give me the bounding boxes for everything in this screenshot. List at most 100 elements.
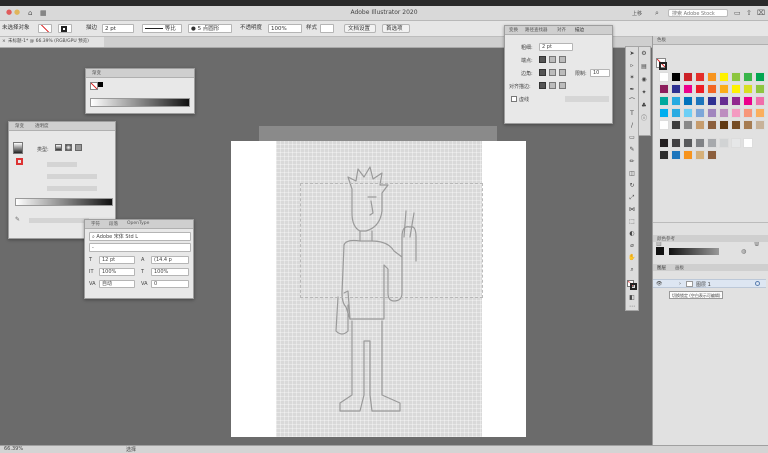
bevel-join-icon[interactable]: [559, 69, 566, 76]
color-swatch[interactable]: [731, 84, 741, 94]
preferences-button[interactable]: 首选项: [382, 24, 410, 33]
direct-selection-tool-icon[interactable]: ▹: [628, 62, 636, 70]
color-swatch[interactable]: [683, 150, 693, 160]
color-swatch[interactable]: [707, 108, 717, 118]
color-swatch[interactable]: [671, 120, 681, 130]
color-swatch[interactable]: [695, 120, 705, 130]
color-swatch[interactable]: [707, 120, 717, 130]
magic-wand-tool-icon[interactable]: ✶: [628, 74, 636, 82]
vertical-scale-input[interactable]: 100%: [99, 268, 135, 276]
color-swatch[interactable]: [671, 108, 681, 118]
pencil-tool-icon[interactable]: ✏: [628, 158, 636, 166]
linear-gradient-icon[interactable]: [55, 144, 62, 151]
gradient-panel-header[interactable]: 渐变: [86, 69, 194, 78]
visibility-eye-icon[interactable]: 👁: [656, 281, 662, 287]
layer-name[interactable]: 图层 1: [696, 281, 711, 288]
lock-icon[interactable]: ⌧: [757, 9, 765, 17]
color-swatch[interactable]: [659, 72, 669, 82]
layout-icon[interactable]: ▭: [734, 9, 741, 17]
color-swatch[interactable]: [659, 120, 669, 130]
workspace-switcher[interactable]: 上移: [632, 10, 642, 17]
font-style-select[interactable]: -: [89, 243, 191, 252]
color-swatch[interactable]: [707, 150, 717, 160]
color-swatch[interactable]: [731, 108, 741, 118]
tab-character[interactable]: 字符: [91, 221, 100, 227]
tracking-input[interactable]: 0: [151, 280, 189, 288]
gradient-ramp[interactable]: [90, 98, 190, 107]
properties-panel-icon[interactable]: ⚙: [640, 50, 648, 58]
freeform-gradient-icon[interactable]: [75, 144, 82, 151]
color-swatch[interactable]: [659, 150, 669, 160]
color-swatch[interactable]: [743, 138, 753, 148]
rotate-tool-icon[interactable]: ↻: [628, 182, 636, 190]
color-swatch[interactable]: [743, 72, 753, 82]
align-center-icon[interactable]: [539, 82, 546, 89]
color-swatch[interactable]: [707, 138, 717, 148]
none-swatch-icon[interactable]: [90, 82, 98, 90]
gradient-fill-box[interactable]: [13, 142, 23, 154]
adobe-stock-search-input[interactable]: 搜索 Adobe Stock: [668, 9, 728, 17]
zoom-tool-icon[interactable]: ⌕: [628, 266, 636, 274]
black-swatch-icon[interactable]: [98, 82, 103, 87]
color-swatch[interactable]: [743, 84, 753, 94]
leading-input[interactable]: (14.4 p: [151, 256, 189, 264]
align-inside-icon[interactable]: [549, 82, 556, 89]
color-swatch[interactable]: [731, 72, 741, 82]
curvature-tool-icon[interactable]: ⌒: [628, 98, 636, 106]
miter-join-icon[interactable]: [539, 69, 546, 76]
color-swatch[interactable]: [719, 120, 729, 130]
tab-transparency[interactable]: 透明度: [35, 123, 49, 129]
variable-width-profile[interactable]: 等比: [142, 24, 182, 33]
eyedropper-icon[interactable]: ✎: [15, 216, 20, 223]
tab-align[interactable]: 对齐: [557, 27, 566, 33]
width-tool-icon[interactable]: ⋈: [628, 206, 636, 214]
radial-gradient-icon[interactable]: [65, 144, 72, 151]
layer-target-icon[interactable]: [755, 281, 760, 286]
color-swatch[interactable]: [719, 72, 729, 82]
color-swatch[interactable]: [755, 72, 765, 82]
shape-builder-tool-icon[interactable]: ◐: [628, 230, 636, 238]
color-swatch[interactable]: [707, 72, 717, 82]
color-swatch[interactable]: [695, 108, 705, 118]
drawing-modes-icon[interactable]: ◧: [628, 294, 636, 302]
tab-artboards[interactable]: 画板: [675, 265, 684, 271]
color-swatch[interactable]: [707, 96, 717, 106]
stroke-color-box[interactable]: [630, 283, 637, 290]
color-swatch[interactable]: [683, 108, 693, 118]
paintbrush-tool-icon[interactable]: ✎: [628, 146, 636, 154]
pen-tool-icon[interactable]: ✒: [628, 86, 636, 94]
zoom-level[interactable]: 66.39%: [4, 446, 23, 452]
horizontal-scale-input[interactable]: 100%: [151, 268, 189, 276]
color-swatch[interactable]: [695, 84, 705, 94]
hand-tool-icon[interactable]: ✋: [628, 254, 636, 262]
color-swatch[interactable]: [731, 120, 741, 130]
color-swatch[interactable]: [659, 138, 669, 148]
color-panel-icon[interactable]: ◉: [640, 76, 648, 84]
color-swatch[interactable]: [719, 138, 729, 148]
color-swatch[interactable]: [683, 84, 693, 94]
stroke-swatch[interactable]: [58, 24, 72, 33]
align-outside-icon[interactable]: [559, 82, 566, 89]
document-tab[interactable]: × 未标题-1* @ 66.39% (RGB/GPU 预览): [0, 37, 104, 47]
color-swatch[interactable]: [743, 120, 753, 130]
color-swatch[interactable]: [659, 108, 669, 118]
stroke-weight-input[interactable]: 2 pt: [102, 24, 134, 33]
color-swatch[interactable]: [683, 138, 693, 148]
butt-cap-icon[interactable]: [539, 56, 546, 63]
dashed-line-checkbox[interactable]: [511, 96, 517, 102]
color-swatch[interactable]: [719, 108, 729, 118]
symbols-panel-icon[interactable]: ♣: [640, 102, 648, 110]
color-swatch[interactable]: [695, 72, 705, 82]
color-swatch[interactable]: [695, 150, 705, 160]
color-swatch[interactable]: [659, 84, 669, 94]
tab-opentype[interactable]: OpenType: [127, 221, 149, 226]
color-swatch[interactable]: [755, 108, 765, 118]
color-swatch[interactable]: [731, 138, 741, 148]
projecting-cap-icon[interactable]: [559, 56, 566, 63]
color-swatch[interactable]: [671, 138, 681, 148]
scale-tool-icon[interactable]: ⤢: [628, 194, 636, 202]
color-swatch[interactable]: [719, 96, 729, 106]
color-swatch[interactable]: [671, 150, 681, 160]
color-swatch[interactable]: [683, 96, 693, 106]
free-transform-tool-icon[interactable]: ⬚: [628, 218, 636, 226]
